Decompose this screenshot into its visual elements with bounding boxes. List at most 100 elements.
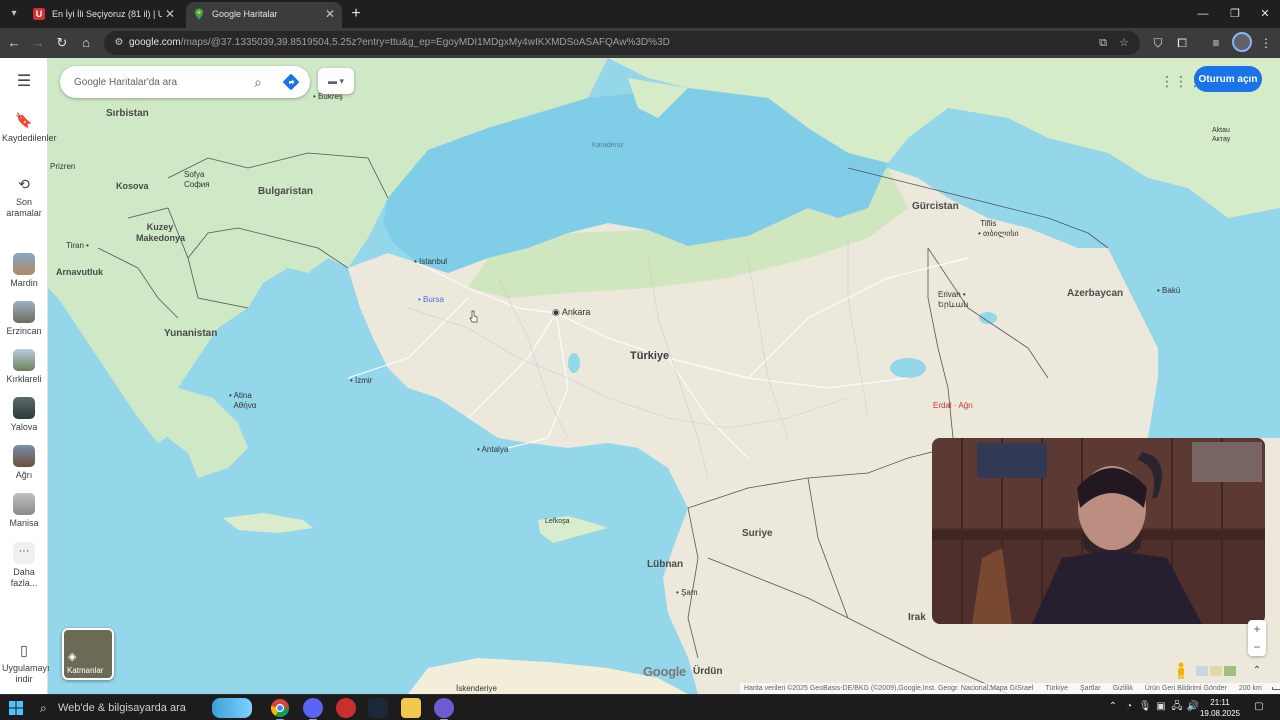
tray-chevron-icon[interactable]: ⌃ [1106,700,1120,714]
site-info-icon[interactable]: ⚙ [112,36,126,50]
rail-recent-manisa[interactable]: Manisa [0,493,48,529]
map-label-country[interactable]: Kuzey Makedonya [136,222,185,244]
map-label-country[interactable]: Arnavutluk [56,267,103,277]
directions-icon[interactable] [282,73,300,91]
map-label-country[interactable]: Bulgaristan [258,186,313,197]
rail-recent-erzincan[interactable]: Erzincan [0,301,48,337]
map-label-country[interactable]: Kosova [116,181,149,191]
map-label-city[interactable]: Erdal · Ağrı [933,401,973,410]
bookmark-star-icon[interactable]: ☆ [1117,36,1131,50]
new-tab-plus-icon[interactable]: + [346,4,366,24]
map-label-city[interactable]: • Atina Αθήνα [229,391,256,411]
tab-uwu[interactable]: U En İyi İli Seçiyoruz (81 il) | UwU ✕ [26,2,182,28]
close-icon[interactable]: ✕ [325,2,335,26]
minimize-icon[interactable]: — [1186,0,1220,28]
scale-label[interactable]: 200 km [1239,685,1262,692]
profile-avatar[interactable] [1232,32,1252,52]
map-label-country[interactable]: Ürdün [693,666,722,677]
map-label-country[interactable]: Gürcistan [912,201,959,212]
map-label-city[interactable]: Prizren [50,162,75,171]
map-label-city[interactable]: • Şam [676,588,697,597]
rail-recent-kirklareli[interactable]: Kırklareli [0,349,48,385]
notification-icon[interactable]: ▢ [1252,700,1266,714]
rail-recent-mardin[interactable]: Mardin [0,253,48,289]
map-label-country[interactable]: Türkiye [630,350,669,362]
rail-recent-yalova[interactable]: Yalova [0,397,48,433]
pegman-icon[interactable] [1174,662,1188,680]
map-label-city[interactable]: • Bursa [418,295,444,304]
file-explorer-icon[interactable] [401,698,421,718]
rail-recent-agri[interactable]: Ağrı [0,445,48,481]
install-app-icon[interactable]: ⧉ [1096,36,1110,50]
map-label-city[interactable]: • Istanbul [414,257,447,266]
back-arrow-icon[interactable]: ← [4,33,24,53]
expand-chevron-icon[interactable]: ⌃ [1248,662,1266,680]
rail-more[interactable]: ··· Daha fazla... [0,542,48,589]
windows-start-icon[interactable] [8,700,24,716]
browser-tabbar: ▾ U En İyi İli Seçiyoruz (81 il) | UwU ✕… [0,0,1280,28]
map-label-country[interactable]: Sırbistan [106,108,149,119]
forward-arrow-icon[interactable]: → [28,33,48,53]
tab-search-icon[interactable]: ▾ [4,4,24,24]
network-icon[interactable]: 🖧 [1170,700,1184,714]
search-icon[interactable]: ⌕ [248,72,268,92]
app-icon[interactable] [434,698,454,720]
map-label-city[interactable]: • Antalya [477,445,508,454]
rail-get-app[interactable]: ▯ Uygulamayı indir [0,640,50,685]
map-label-country[interactable]: Irak [908,612,926,623]
layers-label: Katmanlar [67,666,104,675]
chrome-app-icon[interactable] [270,698,290,720]
map-label-city[interactable]: Erivan • Երևան [938,290,968,310]
map-label-sea[interactable]: Karadeniz [592,142,624,149]
rail-saved[interactable]: 🔖 Kaydedilenler [0,110,57,144]
obs-app-icon[interactable] [336,698,356,718]
map-type-chip[interactable]: ▬ ▾ [318,68,354,94]
taskbar-clock[interactable]: 21:11 19.08.2025 [1196,697,1244,719]
browser-menu-icon[interactable]: ⋮ [1256,33,1276,53]
map-label-country[interactable]: Yunanistan [164,328,217,339]
map-label-city[interactable]: Tiflis • თბილისი [978,219,1019,239]
layers-button[interactable]: ◈ Katmanlar [62,628,114,680]
tab-google-maps[interactable]: Google Haritalar ✕ [186,2,342,28]
map-label-city[interactable]: Aktau Актау [1212,126,1230,144]
close-icon[interactable]: ✕ [165,2,175,26]
taskbar-widget-image[interactable] [212,698,252,718]
map-label-city[interactable]: Tiran • [66,241,89,250]
rail-recent[interactable]: ⟲ Son aramalar [0,174,48,219]
reload-icon[interactable]: ↻ [52,33,72,53]
address-bar[interactable]: ⚙ google.com/maps/@37.1335039,39.8519504… [104,31,1140,55]
place-thumbnail [13,493,35,515]
tray-screen-icon[interactable]: ▣ [1154,700,1168,714]
close-window-icon[interactable]: ✕ [1248,0,1280,28]
map-label-city[interactable]: • Bakü [1157,286,1180,295]
home-icon[interactable]: ⌂ [76,33,96,53]
phone-icon: ▯ [20,642,28,658]
map-label-country[interactable]: Lübnan [647,559,683,570]
map-label-city[interactable]: ◉ Ankara [552,307,590,318]
zoom-in-icon[interactable]: + [1248,620,1266,638]
hamburger-menu-icon[interactable]: ☰ [14,72,34,92]
search-input[interactable] [74,66,244,98]
map-label-country[interactable]: Suriye [742,528,773,539]
imagery-thumbnails[interactable] [1196,664,1236,678]
media-control-icon[interactable]: ≡ [1206,33,1226,53]
discord-app-icon[interactable] [303,698,323,720]
steam-app-icon[interactable] [368,698,388,718]
extensions-puzzle-icon[interactable]: ⧠ [1172,33,1192,53]
region-link[interactable]: Türkiye [1045,685,1068,692]
tray-app-icon[interactable]: ◔ [1122,700,1136,714]
google-apps-grid-icon[interactable]: ⋮⋮⋮ [1160,70,1202,92]
map-label-country[interactable]: Azerbaycan [1067,288,1123,299]
map-label-city[interactable]: Lefkoşa [545,518,570,525]
map-label-city[interactable]: Sofya София [184,170,210,190]
restore-icon[interactable]: ❐ [1218,0,1252,28]
feedback-link[interactable]: Ürün Geri Bildirimi Gönder [1145,685,1227,692]
terms-link[interactable]: Şartlar [1080,685,1101,692]
sign-in-button[interactable]: Oturum açın [1194,66,1262,92]
shield-icon[interactable]: ⛉ [1148,33,1168,53]
privacy-link[interactable]: Gizlilik [1113,685,1133,692]
map-label-city[interactable]: İskenderiye [456,684,497,693]
map-label-city[interactable]: • İzmir [350,376,372,385]
zoom-out-icon[interactable]: − [1248,638,1266,656]
microphone-icon[interactable]: 🎙 [1138,700,1152,714]
